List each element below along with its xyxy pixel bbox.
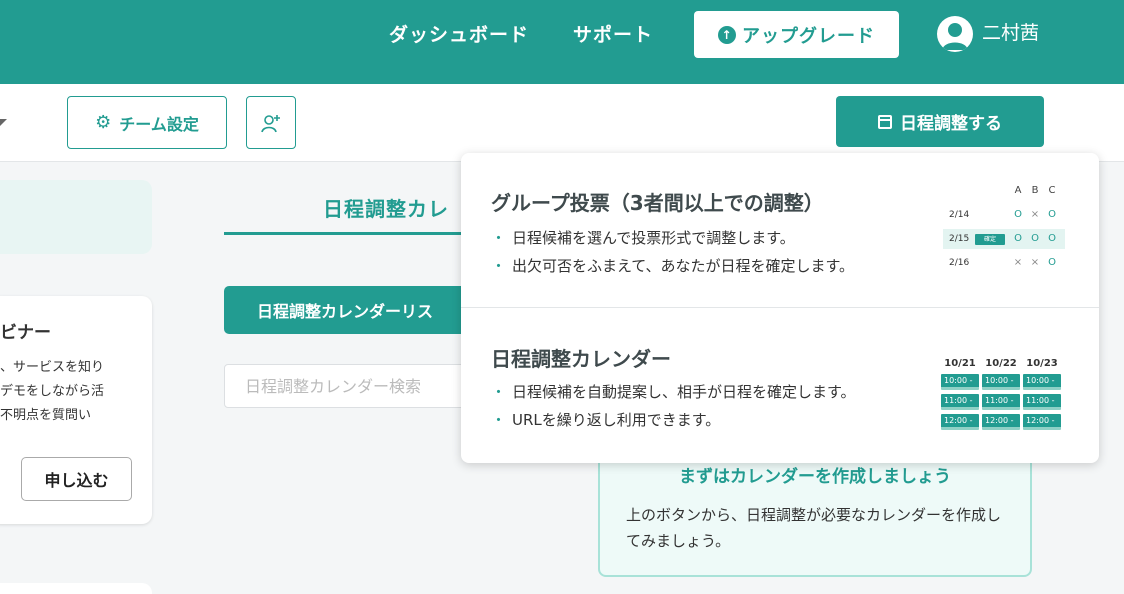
webinar-description: 、サービスを知り デモをしながら活 不明点を質問い xyxy=(0,356,150,428)
calendar-icon xyxy=(878,114,892,129)
webinar-title: ビナー xyxy=(0,323,51,343)
apply-button[interactable]: 申し込む xyxy=(21,457,132,501)
calendar-slot: 12:00 - xyxy=(982,414,1020,430)
calendar-list-button[interactable]: 日程調整カレンダーリス xyxy=(224,286,484,334)
active-tab-underline xyxy=(224,232,484,235)
calendar-slot: 11:00 - xyxy=(1023,394,1061,410)
chevron-down-icon[interactable] xyxy=(0,119,7,126)
vote-row: 2/14 O × O xyxy=(949,209,1056,220)
upgrade-button-label: アップグレード xyxy=(742,25,875,47)
tab-schedule-calendar[interactable]: 日程調整カレ xyxy=(323,193,449,222)
option-title: グループ投票（3者間以上での調整） xyxy=(491,191,824,215)
gear-icon: ⚙ xyxy=(95,112,112,133)
vote-row: 2/15 確定 O O O xyxy=(943,229,1065,249)
team-settings-button[interactable]: ⚙ チーム設定 xyxy=(67,96,227,149)
calendar-preview-image: 10/21 10/22 10/23 10:00 - 10:00 - 10:00 … xyxy=(941,358,1063,434)
empty-state-title: まずはカレンダーを作成しましょう xyxy=(679,467,951,487)
calendar-slot: 10:00 - xyxy=(941,374,979,390)
vote-row: 2/16 × × O xyxy=(949,257,1056,268)
calendar-slot: 11:00 - xyxy=(941,394,979,410)
vote-preview-image: A B C 2/14 O × O 2/15 確定 O O O 2/16 × × … xyxy=(943,185,1065,277)
vote-column-header: B xyxy=(1031,185,1039,196)
schedule-type-dropdown: グループ投票（3者間以上での調整） ・日程候補を選んで投票形式で調整します。 ・… xyxy=(461,153,1099,463)
calendar-slot: 12:00 - xyxy=(1023,414,1061,430)
calendar-day-header: 10/22 xyxy=(985,358,1017,369)
nav-dashboard-link[interactable]: ダッシュボード xyxy=(389,22,529,48)
avatar[interactable] xyxy=(937,16,973,52)
webinar-line: 不明点を質問い xyxy=(0,408,92,423)
upgrade-button[interactable]: ↑ アップグレード xyxy=(694,11,899,58)
add-user-icon xyxy=(261,114,280,132)
create-schedule-button[interactable]: 日程調整する xyxy=(836,96,1044,147)
option-bullet: ・日程候補を選んで投票形式で調整します。 xyxy=(491,229,795,247)
calendar-slot: 11:00 - xyxy=(982,394,1020,410)
calendar-slot: 10:00 - xyxy=(982,374,1020,390)
sidebar-banner xyxy=(0,180,152,254)
option-bullet: ・日程候補を自動提案し、相手が日程を確定します。 xyxy=(491,383,856,401)
option-bullet: ・ URLを繰り返し利用できます。 xyxy=(491,411,721,429)
nav-support-link[interactable]: サポート xyxy=(573,22,653,48)
empty-state-text: 上のボタンから、日程調整が必要なカレンダーを作成してみましょう。 xyxy=(626,506,1002,550)
webinar-card: ビナー 、サービスを知り デモをしながら活 不明点を質問い 申し込む xyxy=(0,296,152,524)
dropdown-divider xyxy=(461,307,1099,308)
calendar-search-input[interactable] xyxy=(224,364,484,408)
calendar-slot: 12:00 - xyxy=(941,414,979,430)
confirm-badge: 確定 xyxy=(975,234,1005,245)
user-silhouette-icon xyxy=(942,23,968,50)
sidebar-card xyxy=(0,583,152,594)
calendar-slot: 10:00 - xyxy=(1023,374,1061,390)
arrow-up-circle-icon: ↑ xyxy=(718,25,736,44)
webinar-line: デモをしながら活 xyxy=(0,384,105,399)
team-settings-label: チーム設定 xyxy=(119,114,199,134)
option-bullet: ・出欠可否をふまえて、あなたが日程を確定します。 xyxy=(491,257,855,275)
calendar-day-header: 10/21 xyxy=(944,358,976,369)
webinar-line: 、サービスを知り xyxy=(0,360,105,375)
option-title: 日程調整カレンダー xyxy=(491,347,671,371)
vote-column-header: A xyxy=(1014,185,1022,196)
add-member-button[interactable] xyxy=(246,96,296,149)
create-schedule-label: 日程調整する xyxy=(900,114,1002,134)
vote-column-header: C xyxy=(1048,185,1056,196)
user-name[interactable]: 二村茜 xyxy=(982,20,1039,46)
calendar-day-header: 10/23 xyxy=(1026,358,1058,369)
